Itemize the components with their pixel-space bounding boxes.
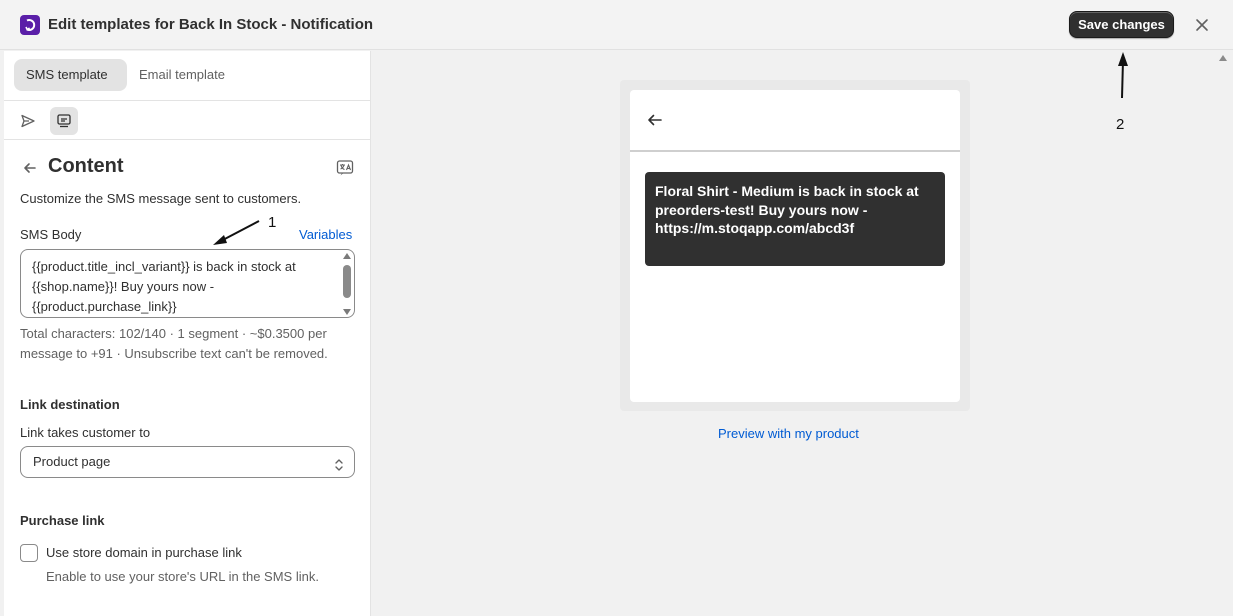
template-tabs: SMS template Email template (4, 51, 371, 101)
character-count-info: Total characters: 102/140 · 1 segment · … (20, 324, 365, 364)
link-destination-select[interactable]: Product page (20, 446, 355, 478)
scroll-down-arrow-icon[interactable] (343, 309, 351, 315)
sms-body-textarea[interactable]: {{product.title_incl_variant}} is back i… (20, 249, 355, 318)
store-domain-help-text: Enable to use your store's URL in the SM… (46, 569, 319, 584)
annotation-label: 1 (268, 214, 277, 231)
app-logo-icon (20, 15, 40, 35)
select-chevron-icon (332, 454, 346, 471)
store-domain-checkbox-label[interactable]: Use store domain in purchase link (46, 545, 242, 560)
top-bar: Edit templates for Back In Stock - Notif… (0, 0, 1233, 50)
editor-toolbar (4, 101, 371, 140)
phone-screen: Floral Shirt - Medium is back in stock a… (630, 90, 960, 402)
character-count-line: message to +91 · Unsubscribe text can't … (20, 346, 328, 361)
store-domain-checkbox[interactable] (20, 544, 38, 562)
message-line: preorders-test! Buy yours now - (655, 201, 868, 218)
preview-with-my-product-link[interactable]: Preview with my product (718, 426, 859, 441)
translate-icon[interactable] (335, 158, 355, 178)
annotation-label: 2 (1116, 116, 1125, 133)
link-destination-label: Link takes customer to (20, 425, 151, 440)
sms-body-scrollbar[interactable] (341, 251, 353, 317)
close-icon[interactable] (1191, 14, 1213, 36)
content-heading: Content (48, 155, 124, 177)
phone-back-arrow-icon (646, 110, 664, 130)
sms-body-line: {{product.title_incl_variant}} is back i… (32, 259, 296, 274)
tab-sms-template[interactable]: SMS template (14, 59, 127, 91)
content-description: Customize the SMS message sent to custom… (20, 191, 302, 206)
scroll-thumb[interactable] (343, 265, 351, 298)
sms-preview-icon[interactable] (50, 107, 78, 135)
purchase-link-heading: Purchase link (20, 513, 105, 528)
message-line: https://m.stoqapp.com/abcd3f (655, 220, 855, 236)
back-arrow-icon[interactable] (20, 158, 40, 178)
page-title: Edit templates for Back In Stock - Notif… (48, 16, 374, 33)
link-destination-value: Product page (33, 454, 111, 469)
tab-email-template[interactable]: Email template (127, 59, 237, 91)
send-icon[interactable] (14, 107, 42, 135)
sms-message-bubble: Floral Shirt - Medium is back in stock a… (645, 172, 945, 266)
preview-scroll-up-icon[interactable] (1219, 55, 1227, 61)
sms-body-label: SMS Body (20, 227, 82, 242)
variables-link[interactable]: Variables (299, 227, 352, 242)
character-count-line: Total characters: 102/140 · 1 segment · … (20, 326, 327, 341)
editor-panel: SMS template Email template Content Cust… (4, 51, 371, 616)
sms-body-line: {{shop.name}}! Buy yours now - (32, 279, 215, 294)
link-destination-heading: Link destination (20, 397, 120, 412)
sms-body-line: {{product.purchase_link}} (32, 299, 177, 314)
scroll-up-arrow-icon[interactable] (343, 253, 351, 259)
save-changes-button[interactable]: Save changes (1069, 11, 1174, 38)
message-line: Floral Shirt - Medium is back in stock a… (655, 183, 919, 199)
phone-header (630, 90, 960, 152)
